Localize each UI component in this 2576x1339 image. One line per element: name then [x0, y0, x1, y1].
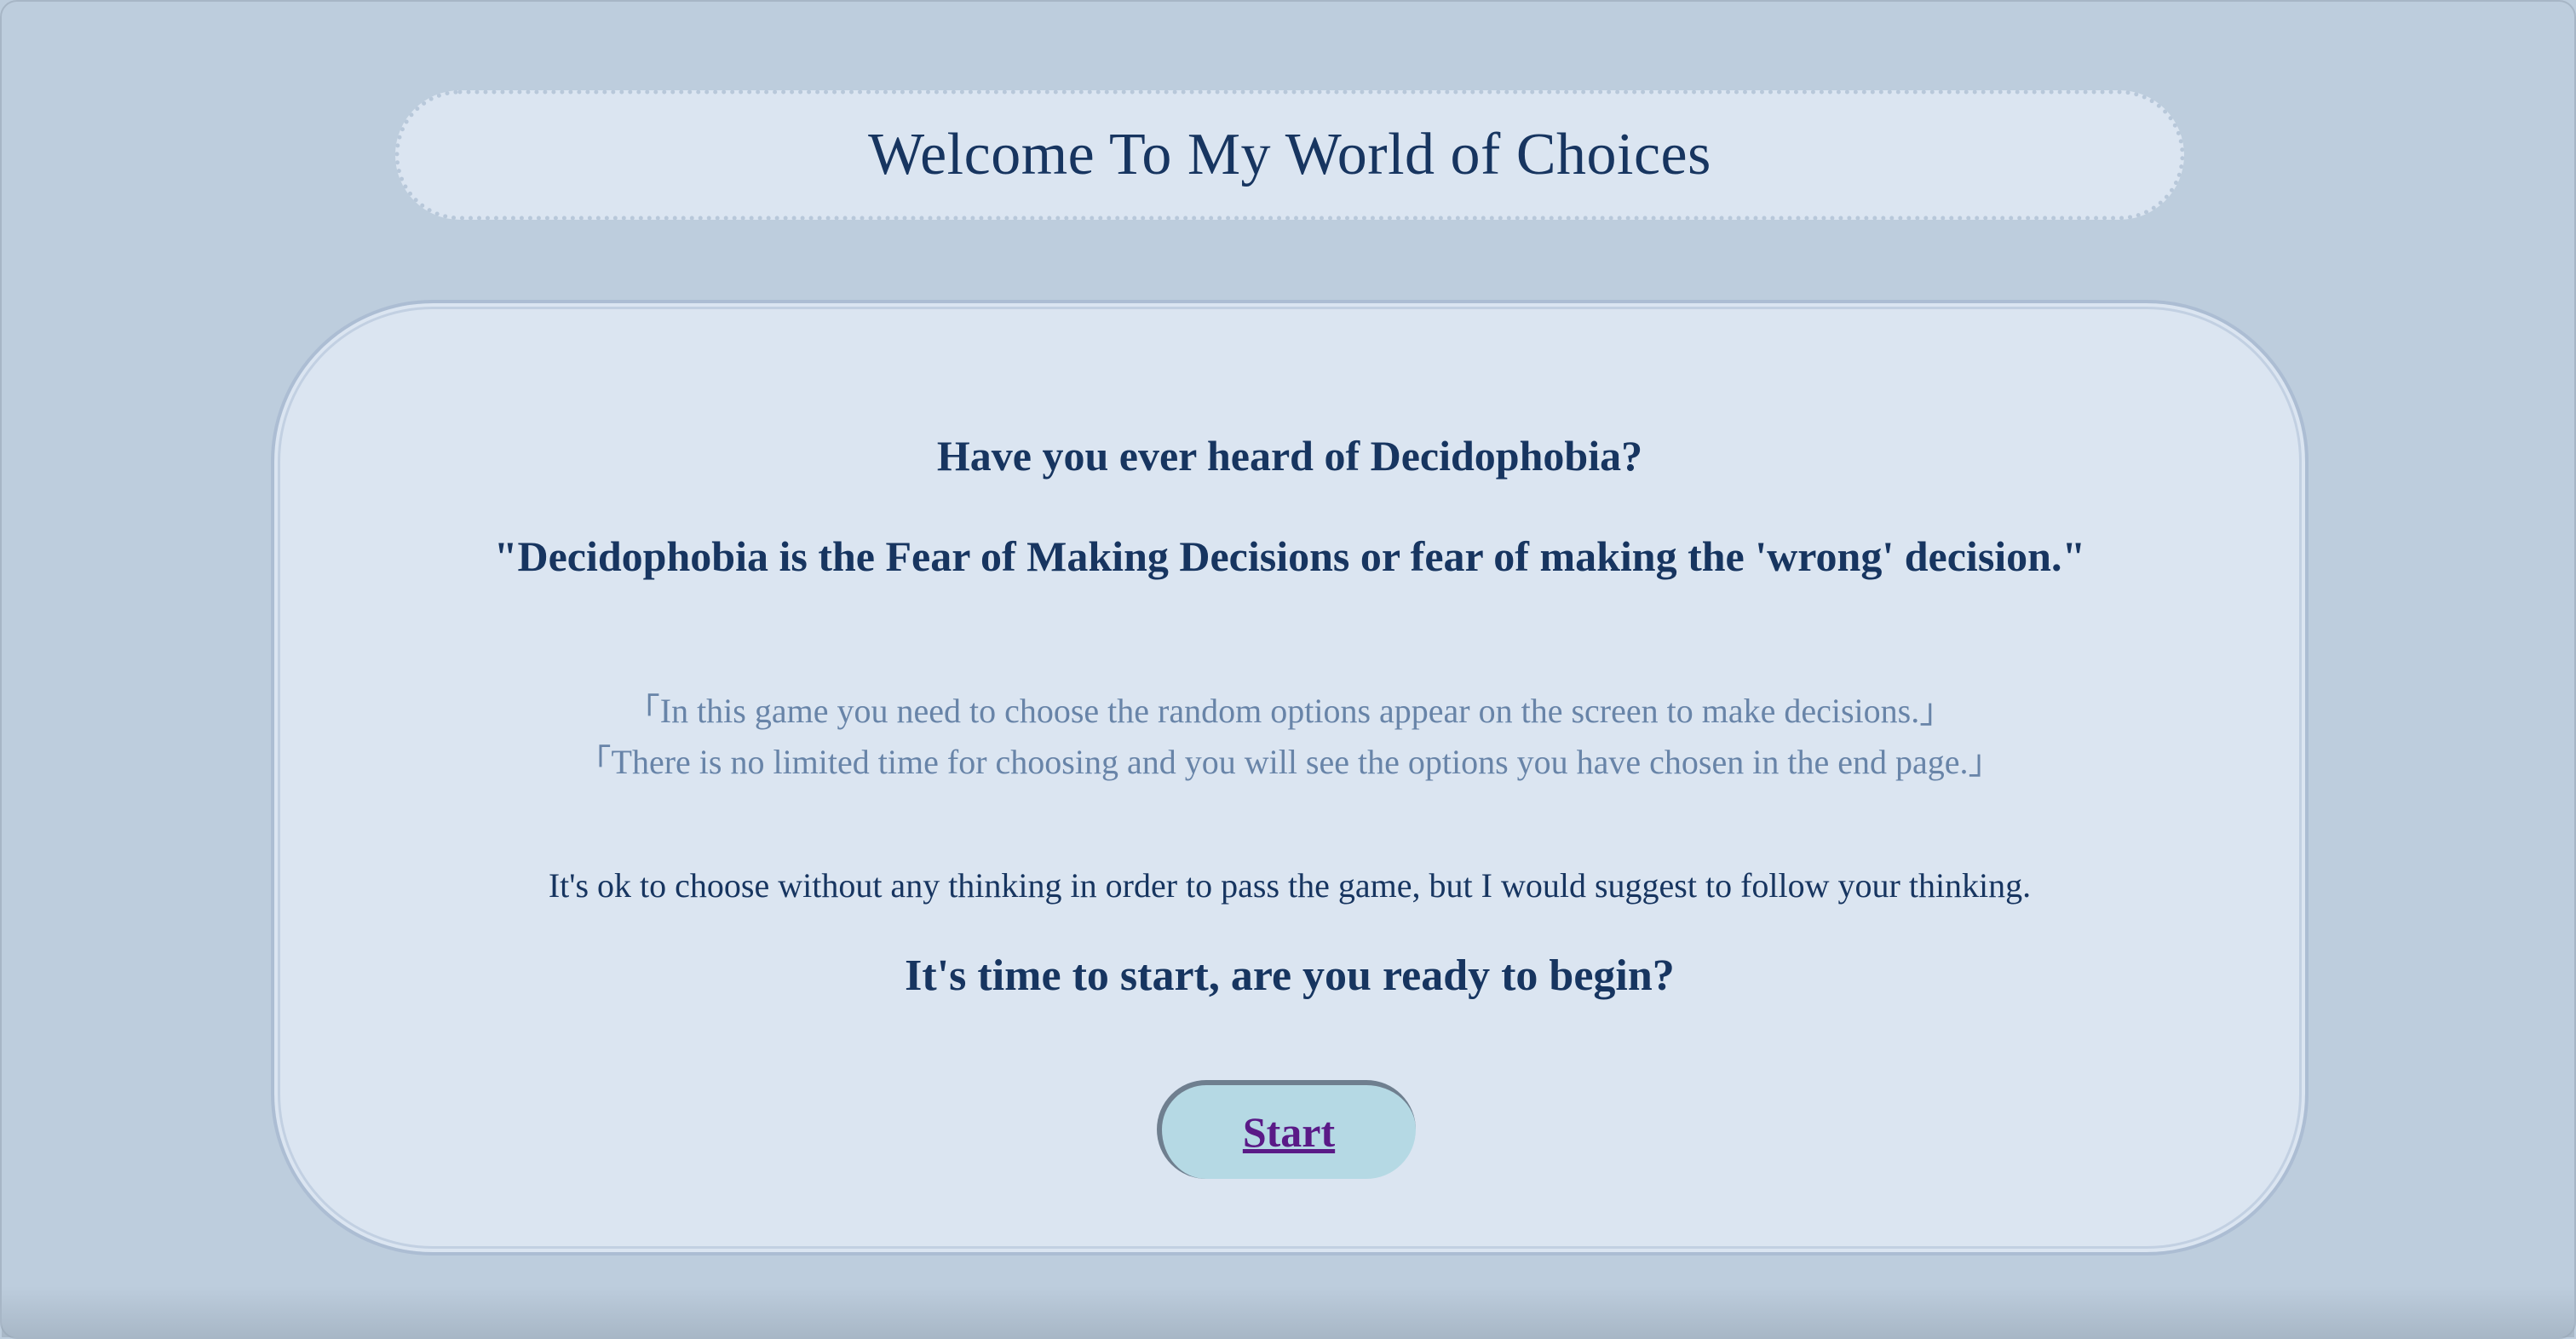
- advice-text: It's ok to choose without any thinking i…: [548, 866, 2032, 905]
- rule-text-1: 「In this game you need to choose the ran…: [625, 692, 1954, 730]
- intro-question: Have you ever heard of Decidophobia?: [936, 432, 1643, 480]
- start-link[interactable]: Start: [1243, 1107, 1335, 1157]
- start-button[interactable]: Start: [1157, 1080, 1416, 1179]
- rule-text-2: 「There is no limited time for choosing a…: [577, 743, 2003, 781]
- ready-prompt: It's time to start, are you ready to beg…: [905, 951, 1675, 1000]
- bottom-shadow: [2, 1286, 2574, 1337]
- intro-card: Have you ever heard of Decidophobia? "De…: [271, 300, 2309, 1256]
- decidophobia-definition: "Decidophobia is the Fear of Making Deci…: [493, 532, 2086, 580]
- title-banner: Welcome To My World of Choices: [395, 90, 2184, 220]
- page: { "header": { "title": "Welcome To My Wo…: [0, 0, 2576, 1339]
- page-title: Welcome To My World of Choices: [868, 122, 1711, 187]
